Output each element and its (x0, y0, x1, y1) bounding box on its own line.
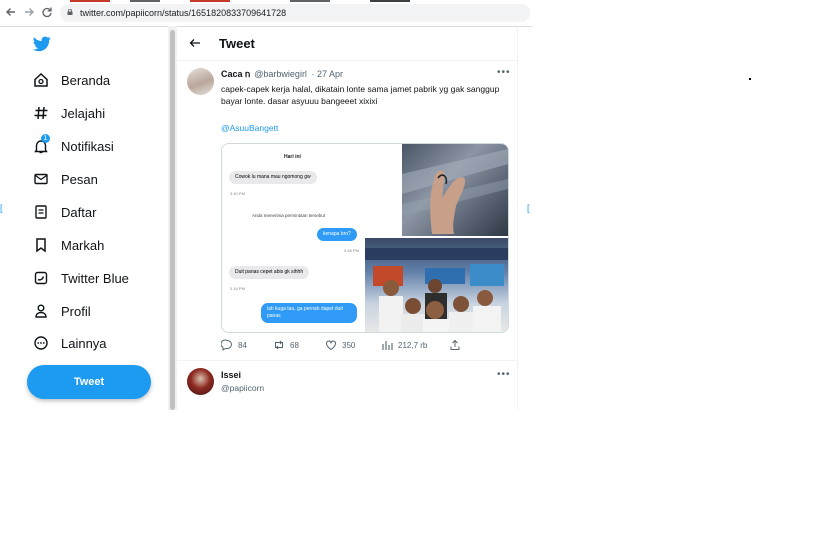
share-action[interactable] (449, 339, 461, 351)
sidebar-item-label: Profil (61, 303, 91, 319)
envelope-icon (33, 171, 49, 187)
list-icon (33, 204, 49, 220)
sidebar-item-label: Daftar (61, 204, 97, 220)
sidebar-item-notifikasi[interactable]: 1 Notifikasi (33, 134, 114, 157)
views-chart-icon (381, 339, 393, 351)
sidebar-item-jelajahi[interactable]: Jelajahi (33, 102, 105, 124)
hashtag-icon (33, 105, 49, 121)
more-circle-icon (33, 335, 49, 351)
browser-toolbar: twitter.com/papiicorn/status/16518208337… (0, 0, 532, 27)
twitter-blue-icon (33, 270, 49, 286)
share-icon (449, 339, 461, 351)
twitter-bird-icon[interactable] (33, 36, 51, 52)
sidebar-item-profil[interactable]: Profil (33, 300, 91, 322)
address-bar[interactable]: twitter.com/papiicorn/status/16518208337… (60, 4, 530, 22)
tweet-author-row: Caca 𐌿 @barbwiegirl · 27 Apr (221, 69, 343, 80)
tweet-actions: 84 68 350 212,7 rb (220, 339, 511, 353)
divider (177, 360, 517, 361)
back-arrow-icon[interactable] (189, 37, 201, 52)
main-column: Tweet Caca 𐌿 @barbwiegirl · 27 Apr ••• ca… (177, 26, 518, 410)
chat-title: Hari ini (284, 154, 301, 160)
reply-author-handle[interactable]: @papiicorn (221, 383, 264, 393)
arrow-left-icon[interactable] (4, 6, 18, 20)
sidebar-item-label: Twitter Blue (61, 270, 129, 286)
retweet-icon (273, 339, 285, 351)
sidebar-item-label: Pesan (61, 171, 98, 187)
person-icon (33, 303, 49, 319)
sidebar-item-label: Lainnya (61, 335, 107, 351)
tweet-media[interactable]: Hari ini Cowok lu mana mau ngomong gw 3.… (221, 143, 509, 333)
like-action[interactable]: 350 (325, 339, 355, 351)
chat-time: 3.40 PM (230, 191, 245, 196)
arrow-right-icon[interactable] (22, 6, 36, 20)
scrollbar-thumb[interactable] (170, 30, 175, 410)
sidebar-item-markah[interactable]: Markah (33, 234, 104, 256)
tweet-button[interactable]: Tweet (27, 365, 151, 399)
more-dots-icon[interactable]: ••• (497, 369, 511, 380)
chat-time: 3.16 PM (230, 286, 245, 291)
avatar[interactable] (187, 68, 214, 95)
like-count: 350 (342, 340, 356, 350)
sidebar-item-label: Markah (61, 237, 105, 253)
retweet-count: 68 (290, 340, 299, 350)
mention-link[interactable]: @AsuuBangett (221, 123, 278, 133)
bell-icon: 1 (33, 134, 50, 154)
author-name[interactable]: Caca 𐌿 (221, 69, 250, 79)
sidebar-item-label: Jelajahi (61, 105, 106, 121)
reply-count: 84 (238, 340, 247, 350)
hand-photo-image (402, 144, 508, 236)
retweet-action[interactable]: 68 (273, 339, 299, 351)
lock-icon (67, 9, 73, 15)
stray-dot (749, 78, 751, 80)
views-count: 212,7 rb (398, 340, 428, 350)
reply-icon (220, 339, 233, 351)
reply-action[interactable]: 84 (220, 339, 247, 351)
sidebar-item-beranda[interactable]: Beranda (33, 69, 110, 91)
address-url: twitter.com/papiicorn/status/16518208337… (80, 8, 287, 18)
chat-note: Anda menerima permintaan tersebut (252, 213, 326, 218)
tab-strip (70, 0, 530, 2)
chat-bubble: kenapa bro? (317, 228, 357, 241)
divider (177, 60, 517, 61)
chat-bubble: Cowok lu mana mau ngomong gw (229, 171, 317, 184)
chat-time: 3.48 PM (344, 248, 359, 253)
views-action[interactable]: 212,7 rb (381, 339, 427, 351)
sidebar-item-daftar[interactable]: Daftar (33, 201, 96, 223)
bookmark-icon (33, 237, 49, 253)
reply-author-name[interactable]: Issei (221, 370, 241, 380)
screenshot-area: twitter.com/papiicorn/status/16518208337… (0, 0, 532, 410)
chat-bubble: lah kuga tau, ga pernah dapet duit panas (261, 303, 357, 323)
more-dots-icon[interactable]: ••• (497, 67, 511, 78)
sidebar-item-label: Notifikasi (61, 138, 114, 154)
home-icon (33, 72, 49, 88)
sidebar-item-label: Beranda (61, 72, 111, 88)
left-edge-bracket: [ (0, 203, 3, 213)
avatar[interactable] (187, 368, 214, 395)
heart-icon (325, 339, 337, 351)
reload-icon[interactable] (40, 6, 54, 20)
page-title: Tweet (219, 36, 255, 51)
chat-bubble: Duit panas cepet abis gk sihhh (229, 266, 310, 279)
group-photo-image (365, 238, 508, 332)
sidebar-item-pesan[interactable]: Pesan (33, 168, 98, 190)
sidebar-item-lainnya[interactable]: Lainnya (33, 332, 107, 354)
author-handle[interactable]: @barbwiegirl (254, 69, 307, 79)
tweet-date[interactable]: · 27 Apr (311, 69, 343, 79)
notification-badge: 1 (41, 134, 50, 143)
tweet-text: capek-capek kerja halal, dikatain lonte … (221, 84, 500, 106)
right-edge-bracket: [ (527, 203, 530, 213)
sidebar-item-twitter-blue[interactable]: Twitter Blue (33, 267, 129, 289)
